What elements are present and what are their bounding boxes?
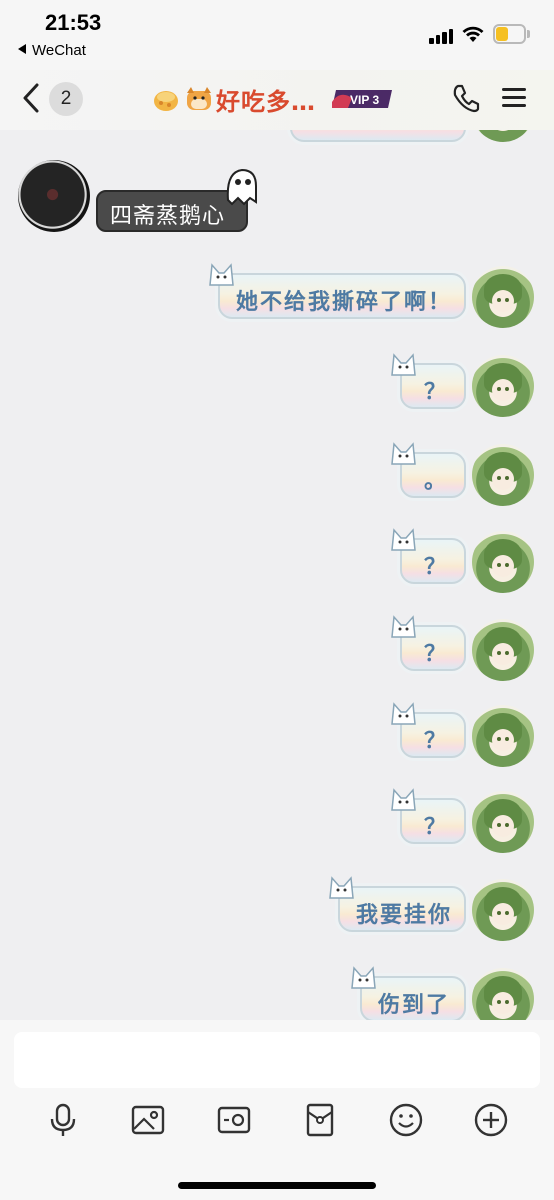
food-emoji-icon — [154, 91, 178, 111]
emoji-icon[interactable] — [388, 1102, 424, 1138]
vip-label: VIP 3 — [350, 93, 379, 107]
my-avatar[interactable] — [472, 705, 534, 767]
message-text: 她不给我撕碎了啊！ — [236, 289, 453, 315]
message-list[interactable]: 四斋蒸鹅心 她不给我撕碎了啊！ ？ 。 ？ ？ ？ ？ 我要挂你 伤到了 — [0, 130, 554, 1020]
dog-emoji-icon — [187, 87, 211, 110]
message-input[interactable] — [14, 1032, 540, 1088]
image-icon[interactable] — [130, 1102, 166, 1138]
cat-ear-icon — [391, 702, 416, 725]
my-avatar[interactable] — [472, 355, 534, 417]
outgoing-message-bubble[interactable]: ？ — [391, 528, 466, 584]
status-bar: 21:53 WeChat — [0, 0, 554, 70]
status-time: 21:53 — [45, 10, 102, 35]
back-chevron-icon[interactable] — [18, 80, 46, 116]
outgoing-message-bubble[interactable]: 。 — [391, 442, 466, 498]
cat-ear-icon — [391, 615, 416, 638]
chat-title: 好吃多… — [216, 87, 316, 116]
home-indicator[interactable] — [178, 1182, 376, 1189]
menu-icon[interactable] — [502, 86, 528, 110]
outgoing-message-bubble[interactable]: ？ — [391, 788, 466, 844]
red-packet-icon[interactable] — [302, 1102, 338, 1138]
my-avatar[interactable] — [472, 791, 534, 853]
message-bubble-partial[interactable] — [290, 130, 466, 142]
cat-ear-icon — [209, 263, 234, 286]
cat-ear-icon — [329, 876, 354, 899]
my-avatar[interactable] — [472, 266, 534, 328]
contact-avatar[interactable] — [18, 160, 90, 232]
input-bar — [0, 1020, 554, 1200]
microphone-icon[interactable] — [45, 1102, 81, 1138]
unread-count-badge[interactable]: 2 — [49, 82, 83, 116]
my-avatar[interactable] — [472, 531, 534, 593]
battery-icon — [493, 24, 531, 44]
phone-call-icon[interactable] — [450, 82, 482, 114]
message-text: 伤到了 — [378, 992, 451, 1018]
cat-ear-icon — [391, 353, 416, 376]
cat-ear-icon — [391, 442, 416, 465]
chat-title-area[interactable]: 好吃多… — [152, 82, 316, 116]
message-text: ？ — [424, 728, 449, 754]
back-app-label: WeChat — [32, 42, 86, 59]
plus-icon[interactable] — [473, 1102, 509, 1138]
outgoing-message-bubble[interactable]: ？ — [391, 615, 466, 671]
my-avatar[interactable] — [472, 968, 534, 1020]
my-avatar[interactable] — [472, 444, 534, 506]
message-text: 我要挂你 — [356, 902, 453, 928]
ghost-sticker-icon — [226, 168, 257, 206]
message-text: ？ — [424, 379, 449, 405]
svip-badge-icon: VIP 3 — [332, 90, 392, 108]
my-avatar[interactable] — [472, 619, 534, 681]
wifi-icon — [462, 26, 484, 42]
outgoing-message-bubble[interactable]: ？ — [391, 353, 466, 409]
message-text: ？ — [424, 554, 449, 580]
camera-icon[interactable] — [216, 1102, 252, 1138]
cat-ear-icon — [391, 788, 416, 811]
outgoing-message-bubble[interactable]: 我要挂你 — [329, 876, 466, 932]
back-triangle-icon — [18, 44, 26, 54]
outgoing-message-bubble[interactable]: 伤到了 — [351, 966, 466, 1020]
cellular-signal-icon — [429, 28, 455, 44]
back-to-app-link[interactable]: WeChat — [18, 42, 86, 59]
my-avatar[interactable] — [472, 130, 534, 142]
message-text: 四斋蒸鹅心 — [110, 204, 226, 229]
message-text: ？ — [424, 641, 449, 667]
cat-ear-icon — [351, 966, 376, 989]
outgoing-message-bubble[interactable]: 她不给我撕碎了啊！ — [209, 263, 466, 319]
message-text: ？ — [424, 814, 449, 840]
outgoing-message-bubble[interactable]: ？ — [391, 702, 466, 758]
cat-ear-icon — [391, 528, 416, 551]
my-avatar[interactable] — [472, 879, 534, 941]
message-text: 。 — [424, 468, 449, 494]
